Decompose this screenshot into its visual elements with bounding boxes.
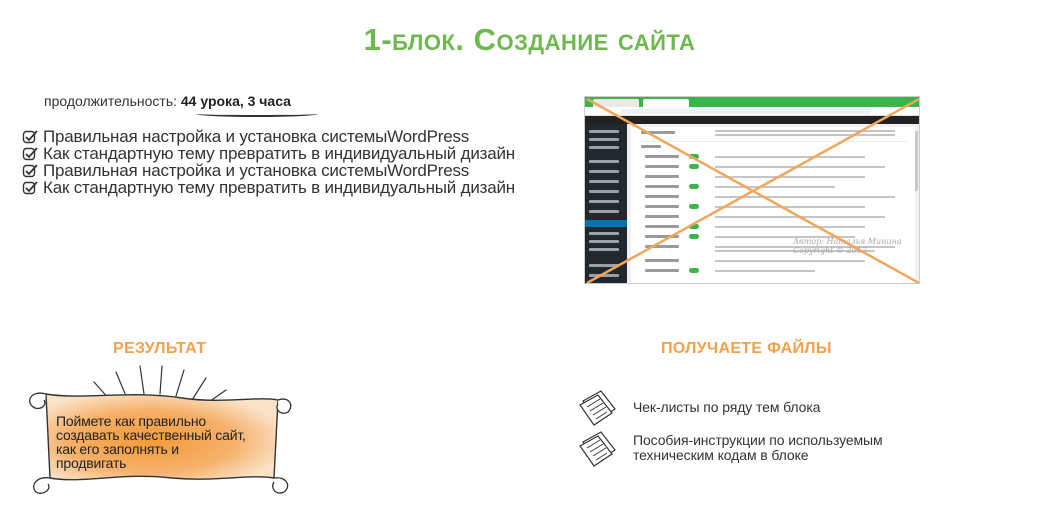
checkmark-icon [22,130,38,144]
wordpress-admin-screenshot: Автор: Наталья Минина Copyright © 2017 [584,96,920,284]
checkmark-icon [22,164,38,178]
page-title: 1-блок. Создание сайта [363,22,696,57]
duration-underline [196,111,318,117]
checklist-item: Как стандартную тему превратить в индиви… [22,145,515,162]
checklist-item: Правильная настройка и установка системы… [22,128,515,145]
cross-out-icon [586,97,919,283]
file-item: Чек-листы по ряду тем блока [575,387,820,427]
file-item: Пособия-инструкции по используемым техни… [575,428,883,468]
duration-label: продолжительность: [44,93,181,109]
result-text: Поймете как правильно создавать качестве… [56,413,246,471]
files-heading: ПОЛУЧАЕТЕ ФАЙЛЫ [661,340,832,357]
duration-value: 44 урока, 3 часа [180,93,291,109]
checklist-item: Как стандартную тему превратить в индиви… [22,179,515,196]
duration-line: продолжительность: 44 урока, 3 часа [44,93,318,117]
checkmark-icon [22,147,38,161]
checklist: Правильная настройка и установка системы… [22,128,515,196]
result-heading: РЕЗУЛЬТАТ [113,340,207,357]
document-stack-icon [579,431,616,467]
checkmark-icon [22,181,38,195]
document-stack-icon [579,390,616,426]
checklist-item: Правильная настройка и установка системы… [22,162,515,179]
